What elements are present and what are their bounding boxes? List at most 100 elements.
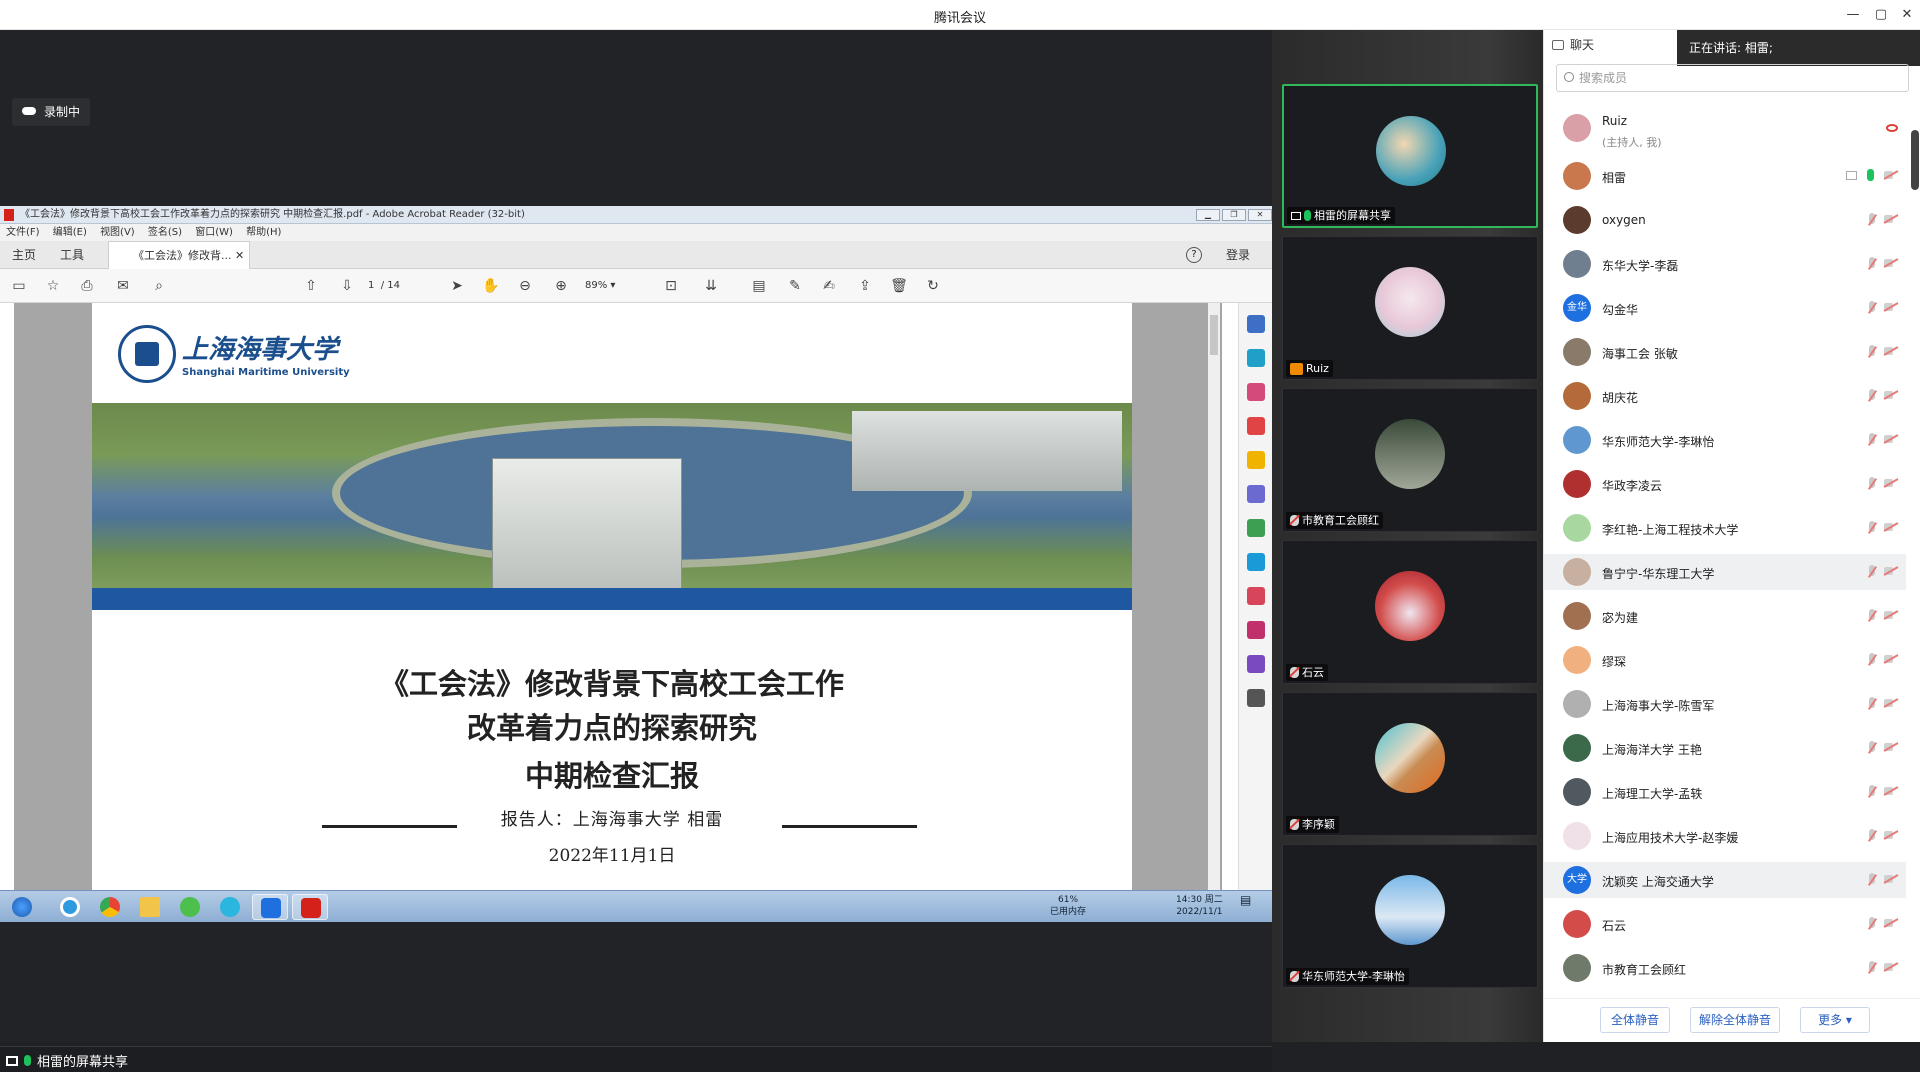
participant-row[interactable]: 东华大学-李磊	[1544, 246, 1906, 282]
fill-sign-icon[interactable]	[1247, 587, 1265, 605]
create-pdf-icon[interactable]	[1247, 383, 1265, 401]
mic-muted-icon[interactable]	[1867, 741, 1877, 755]
help-icon[interactable]: ?	[1186, 247, 1202, 263]
participant-row[interactable]: 华东师范大学-李琳怡	[1544, 422, 1906, 458]
minimize-button[interactable]: —	[1838, 4, 1868, 26]
camera-off-icon[interactable]	[1884, 742, 1898, 752]
hand-icon[interactable]: ✋	[482, 278, 500, 294]
camera-off-icon[interactable]	[1884, 786, 1898, 796]
tab-close-icon[interactable]: ✕	[235, 249, 244, 262]
email-icon[interactable]: ✉	[114, 278, 132, 294]
delete-icon[interactable]: 🗑	[890, 278, 908, 294]
rotate-icon[interactable]: ↻	[924, 278, 942, 294]
print-icon[interactable]: ⎙	[78, 278, 96, 294]
tab-tools[interactable]: 工具	[60, 241, 84, 269]
taskbar-tencent-meeting-icon[interactable]	[252, 894, 288, 920]
participant-row[interactable]: 鲁宁宁-华东理工大学	[1544, 554, 1906, 590]
chat-tab[interactable]: 聊天	[1552, 36, 1594, 53]
participant-row[interactable]: 石云	[1544, 906, 1906, 942]
acrobat-restore-button[interactable]: ❐	[1222, 209, 1246, 221]
comment-icon[interactable]: ▤	[750, 278, 768, 294]
more-tools-icon[interactable]	[1247, 689, 1265, 707]
camera-off-icon[interactable]	[1884, 478, 1898, 488]
menu-edit[interactable]: 编辑(E)	[53, 227, 87, 238]
page-current[interactable]: 1	[368, 280, 374, 291]
zoom-select[interactable]: 89% ▾	[585, 278, 645, 294]
camera-off-icon[interactable]	[1884, 698, 1898, 708]
fit-page-icon[interactable]: ⊡	[662, 278, 680, 294]
mic-muted-icon[interactable]	[1867, 521, 1877, 535]
camera-off-icon[interactable]	[1884, 566, 1898, 576]
more-button[interactable]: 更多 ▾	[1800, 1007, 1870, 1033]
member-search-input[interactable]: 搜索成员	[1556, 64, 1909, 92]
participant-row[interactable]: 大学 沈颖奕 上海交通大学	[1544, 862, 1906, 898]
mic-muted-icon[interactable]	[1867, 829, 1877, 843]
notification-icon[interactable]: ▤	[1240, 894, 1251, 906]
camera-off-icon[interactable]	[1884, 654, 1898, 664]
taskbar-chrome-icon[interactable]	[92, 894, 128, 920]
participant-row[interactable]: 胡庆花	[1544, 378, 1906, 414]
mic-muted-icon[interactable]	[1867, 653, 1877, 667]
zoom-in-icon[interactable]: ⊕	[552, 278, 570, 294]
highlight-icon[interactable]: ✎	[786, 278, 804, 294]
close-button[interactable]: ✕	[1892, 4, 1920, 26]
camera-off-icon[interactable]	[1884, 302, 1898, 312]
tab-document[interactable]: 《工会法》修改背... ✕	[108, 241, 250, 270]
taskbar-folder-icon[interactable]	[132, 894, 168, 920]
mic-muted-icon[interactable]	[1867, 257, 1877, 271]
participant-list[interactable]: Ruiz (主持人, 我) 相雷 oxygen 东华大学-李磊 金华 勾金华 海事工会 张敏胡…	[1544, 110, 1920, 982]
memory-indicator[interactable]: 61% 已用内存	[1050, 894, 1086, 918]
participant-row[interactable]: 金华 勾金华	[1544, 290, 1906, 326]
mic-muted-icon[interactable]	[1867, 785, 1877, 799]
camera-off-icon[interactable]	[1884, 170, 1898, 180]
protect-icon[interactable]	[1247, 621, 1265, 639]
menu-view[interactable]: 视图(V)	[100, 227, 135, 238]
participant-row[interactable]: 上海理工大学-孟轶	[1544, 774, 1906, 810]
acrobat-close-button[interactable]: ✕	[1248, 209, 1272, 221]
camera-off-icon[interactable]	[1884, 346, 1898, 356]
participant-row[interactable]: 华政李凌云	[1544, 466, 1906, 502]
sign-icon[interactable]: ✍	[820, 278, 838, 294]
participant-row[interactable]: oxygen	[1544, 202, 1906, 238]
participant-row[interactable]: 市教育工会顾红	[1544, 950, 1906, 982]
start-button[interactable]	[4, 894, 40, 920]
video-tile[interactable]: 李序颖	[1282, 692, 1538, 836]
shared-screen[interactable]: 《工会法》修改背景下高校工会工作改革着力点的探索研究 中期检查汇报.pdf - …	[0, 206, 1272, 922]
search-icon[interactable]: ⌕	[150, 278, 168, 294]
video-tile[interactable]: 市教育工会顾红	[1282, 388, 1538, 532]
participant-row[interactable]: 上海海事大学-陈雪军	[1544, 686, 1906, 722]
camera-off-icon[interactable]	[1884, 918, 1898, 928]
mic-muted-icon[interactable]	[1867, 565, 1877, 579]
participant-row[interactable]: 上海海洋大学 王艳	[1544, 730, 1906, 766]
camera-off-icon[interactable]	[1884, 258, 1898, 268]
camera-off-icon[interactable]	[1884, 962, 1898, 972]
comment-tool-icon[interactable]	[1247, 451, 1265, 469]
taskbar-app-icon[interactable]	[212, 894, 248, 920]
mic-muted-icon[interactable]	[1867, 697, 1877, 711]
taskbar-browser-icon[interactable]	[52, 894, 88, 920]
unmute-all-button[interactable]: 解除全体静音	[1690, 1007, 1780, 1033]
mic-muted-icon[interactable]	[1867, 477, 1877, 491]
menu-window[interactable]: 窗口(W)	[195, 227, 233, 238]
participant-row[interactable]: Ruiz (主持人, 我)	[1544, 110, 1906, 149]
participant-row[interactable]: 缪琛	[1544, 642, 1906, 678]
menu-file[interactable]: 文件(F)	[6, 227, 40, 238]
mic-muted-icon[interactable]	[1867, 345, 1877, 359]
export-pdf-icon[interactable]	[1247, 349, 1265, 367]
document-viewport[interactable]: 上海海事大学 Shanghai Maritime University 《工会法…	[14, 303, 1222, 890]
menu-help[interactable]: 帮助(H)	[246, 227, 281, 238]
document-scrollbar[interactable]	[1208, 303, 1220, 890]
participant-row[interactable]: 相雷	[1544, 158, 1906, 194]
camera-off-icon[interactable]	[1884, 874, 1898, 884]
scroll-thumb[interactable]	[1210, 315, 1218, 355]
mic-muted-icon[interactable]	[1867, 389, 1877, 403]
menu-sign[interactable]: 签名(S)	[148, 227, 182, 238]
taskbar-360-icon[interactable]	[172, 894, 208, 920]
combine-files-icon[interactable]	[1247, 485, 1265, 503]
share-icon[interactable]: ⇪	[856, 278, 874, 294]
tab-home[interactable]: 主页	[12, 241, 36, 269]
camera-off-icon[interactable]	[1884, 610, 1898, 620]
scroll-mode-icon[interactable]: ⇊	[702, 278, 720, 294]
zoom-out-icon[interactable]: ⊖	[516, 278, 534, 294]
select-cursor-icon[interactable]: ➤	[448, 278, 466, 294]
